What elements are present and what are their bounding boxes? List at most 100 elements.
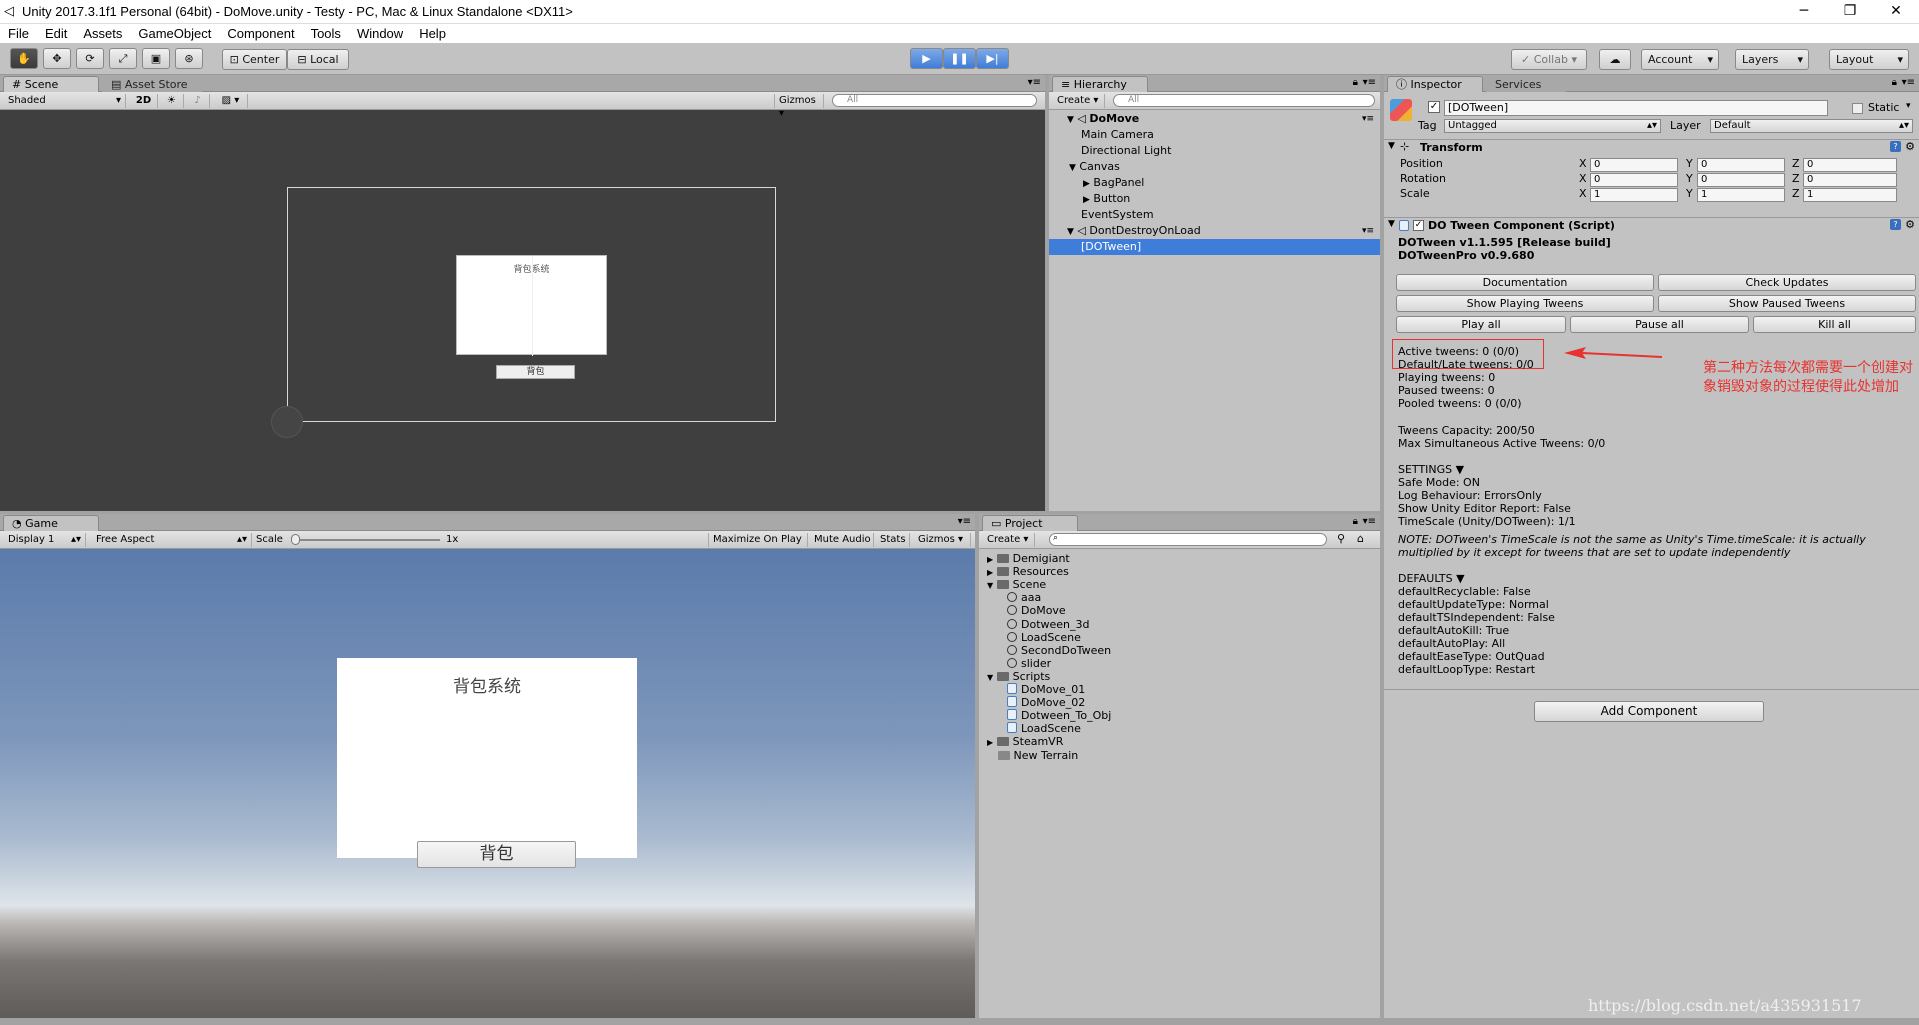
- menu-component[interactable]: Component: [219, 24, 302, 42]
- scene-menu-icon[interactable]: ▾≡: [1362, 223, 1374, 239]
- axis-label-x[interactable]: X: [1579, 157, 1587, 170]
- scale-slider-track[interactable]: [292, 539, 440, 541]
- account-button[interactable]: Account ▾: [1641, 49, 1719, 70]
- game-bag-button[interactable]: 背包: [417, 841, 576, 868]
- hand-tool-button[interactable]: ✋: [10, 48, 38, 69]
- project-item[interactable]: DoMove: [979, 604, 1380, 617]
- transform-scale-x-field[interactable]: 1: [1590, 188, 1678, 202]
- hierarchy-item[interactable]: ▶ Button: [1049, 191, 1380, 207]
- project-item[interactable]: slider: [979, 657, 1380, 670]
- stats-toggle[interactable]: Stats: [876, 533, 910, 547]
- hierarchy-scene-row[interactable]: ▼ ◁ DontDestroyOnLoad ▾≡: [1049, 223, 1380, 239]
- project-item[interactable]: ▶ Resources: [979, 565, 1380, 578]
- hierarchy-search-input[interactable]: All: [1113, 94, 1375, 107]
- tag-dropdown[interactable]: Untagged ▴▾: [1444, 119, 1661, 133]
- hierarchy-item[interactable]: ▶ BagPanel: [1049, 175, 1380, 191]
- axis-label-x[interactable]: X: [1579, 172, 1587, 185]
- transform-position-x-field[interactable]: 0: [1590, 158, 1678, 172]
- tab-scene[interactable]: # Scene: [3, 76, 99, 92]
- foldout-arrow-icon[interactable]: ▶: [987, 555, 993, 564]
- foldout-arrow-icon[interactable]: ▶: [987, 568, 993, 577]
- show-playing-tweens-button[interactable]: Show Playing Tweens: [1396, 295, 1654, 312]
- panel-menu-icon[interactable]: ▾≡: [958, 516, 971, 527]
- axis-label-x[interactable]: X: [1579, 187, 1587, 200]
- lock-icon[interactable]: 🔒︎: [1353, 516, 1358, 527]
- project-create-dropdown[interactable]: Create ▾: [983, 533, 1035, 547]
- mute-audio-toggle[interactable]: Mute Audio: [810, 533, 874, 547]
- menu-tools[interactable]: Tools: [303, 24, 349, 42]
- kill-all-button[interactable]: Kill all: [1753, 316, 1916, 333]
- project-item[interactable]: DoMove_02: [979, 696, 1380, 709]
- project-item[interactable]: aaa: [979, 591, 1380, 604]
- project-item[interactable]: ▶ SteamVR: [979, 735, 1380, 748]
- scene-menu-icon[interactable]: ▾≡: [1362, 111, 1374, 127]
- project-item[interactable]: DoMove_01: [979, 683, 1380, 696]
- gameobject-name-field[interactable]: [DOTween]: [1444, 100, 1828, 116]
- project-item[interactable]: ▶ Demigiant: [979, 552, 1380, 565]
- pivot-center-button[interactable]: ⊡ Center: [222, 49, 287, 70]
- axis-label-y[interactable]: Y: [1686, 187, 1693, 200]
- project-item[interactable]: LoadScene: [979, 722, 1380, 735]
- maximize-button[interactable]: ❐: [1827, 0, 1873, 24]
- menu-help[interactable]: Help: [411, 24, 454, 42]
- foldout-arrow-icon[interactable]: ▼: [987, 581, 993, 590]
- close-button[interactable]: ✕: [1873, 0, 1919, 24]
- scale-slider-thumb[interactable]: [291, 534, 300, 545]
- pivot-local-button[interactable]: ⊟ Local: [287, 49, 349, 70]
- documentation-button[interactable]: Documentation: [1396, 274, 1654, 291]
- pause-button[interactable]: ❚❚: [943, 48, 976, 69]
- hierarchy-item[interactable]: EventSystem: [1049, 207, 1380, 223]
- layout-button[interactable]: Layout ▾: [1829, 49, 1909, 70]
- transform-tool-button[interactable]: ⊛: [175, 48, 203, 69]
- transform-rotation-y-field[interactable]: 0: [1697, 173, 1785, 187]
- settings-title[interactable]: SETTINGS ▼: [1398, 463, 1464, 476]
- panel-menu-icon[interactable]: ▾≡: [1363, 77, 1376, 88]
- gear-icon[interactable]: ⚙: [1905, 218, 1915, 231]
- tab-hierarchy[interactable]: ≡ Hierarchy: [1052, 76, 1148, 92]
- axis-label-y[interactable]: Y: [1686, 157, 1693, 170]
- axis-label-z[interactable]: Z: [1792, 157, 1800, 170]
- maximize-on-play-toggle[interactable]: Maximize On Play: [708, 533, 808, 547]
- play-all-button[interactable]: Play all: [1396, 316, 1566, 333]
- check-updates-button[interactable]: Check Updates: [1658, 274, 1916, 291]
- transform-rotation-x-field[interactable]: 0: [1590, 173, 1678, 187]
- 2d-toggle[interactable]: 2D: [130, 94, 158, 108]
- foldout-arrow-icon[interactable]: ▼: [1067, 115, 1074, 125]
- menu-edit[interactable]: Edit: [37, 24, 75, 42]
- axis-label-z[interactable]: Z: [1792, 172, 1800, 185]
- audio-toggle[interactable]: ♪: [186, 94, 210, 108]
- project-item[interactable]: Dotween_To_Obj: [979, 709, 1380, 722]
- minimize-button[interactable]: ─: [1781, 0, 1827, 24]
- tab-project[interactable]: ▭ Project: [982, 515, 1078, 531]
- axis-label-y[interactable]: Y: [1686, 172, 1693, 185]
- foldout-arrow-icon[interactable]: ▶: [1083, 195, 1090, 205]
- game-gizmos-dropdown[interactable]: Gizmos ▾: [914, 533, 971, 547]
- transform-scale-z-field[interactable]: 1: [1803, 188, 1897, 202]
- help-icon[interactable]: ?: [1890, 219, 1901, 230]
- hierarchy-item[interactable]: ▼ Canvas: [1049, 159, 1380, 175]
- project-search-input[interactable]: [1049, 533, 1327, 546]
- menu-window[interactable]: Window: [349, 24, 411, 42]
- project-item[interactable]: ▼ Scripts: [979, 670, 1380, 683]
- menu-file[interactable]: File: [0, 24, 37, 42]
- gizmos-dropdown[interactable]: Gizmos ▾: [774, 94, 824, 119]
- transform-position-z-field[interactable]: 0: [1803, 158, 1897, 172]
- foldout-arrow-icon[interactable]: ▶: [987, 738, 993, 747]
- panel-menu-icon[interactable]: ▾≡: [1028, 77, 1041, 88]
- transform-scale-y-field[interactable]: 1: [1697, 188, 1785, 202]
- tab-game[interactable]: ◔ Game: [3, 515, 99, 531]
- move-tool-button[interactable]: ✥: [43, 48, 71, 69]
- hierarchy-create-dropdown[interactable]: Create ▾: [1053, 94, 1105, 108]
- scale-tool-button[interactable]: ⤢: [109, 48, 137, 69]
- lock-icon[interactable]: 🔒︎: [1353, 77, 1358, 88]
- scene-bag-panel[interactable]: 背包系统: [456, 255, 607, 356]
- hierarchy-item[interactable]: Directional Light: [1049, 143, 1380, 159]
- tab-asset-store[interactable]: ▤ Asset Store: [102, 76, 202, 92]
- scene-bag-button[interactable]: 背包: [496, 365, 575, 379]
- help-icon[interactable]: ?: [1890, 141, 1901, 152]
- shading-dropdown[interactable]: Shaded ▾: [4, 94, 126, 108]
- tab-inspector[interactable]: ⓘ Inspector: [1387, 76, 1483, 92]
- add-component-button[interactable]: Add Component: [1534, 701, 1764, 722]
- project-item[interactable]: LoadScene: [979, 631, 1380, 644]
- gear-icon[interactable]: ⚙: [1905, 140, 1915, 153]
